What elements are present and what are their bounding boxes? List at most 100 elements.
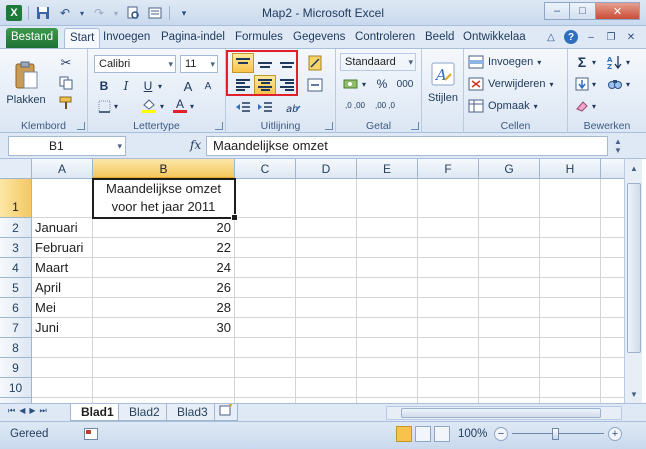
scroll-down-icon[interactable]: ▼	[627, 387, 641, 401]
font-size-dropdown[interactable]: 11	[180, 55, 218, 73]
workbook-minimize-icon[interactable]: –	[584, 30, 598, 44]
cell-a3[interactable]: Februari	[32, 238, 93, 258]
tab-formules[interactable]: Formules	[230, 28, 288, 48]
grid-cell[interactable]	[540, 218, 601, 238]
grid-cell[interactable]	[296, 179, 357, 218]
italic-button[interactable]: I	[118, 77, 134, 95]
grid-cell[interactable]	[357, 298, 418, 318]
borders-dropdown-icon[interactable]: ▾	[112, 97, 120, 115]
grid-cell[interactable]	[296, 258, 357, 278]
row-header-10[interactable]: 10	[0, 378, 32, 398]
workbook-close-icon[interactable]: ✕	[624, 30, 638, 44]
grid-cell[interactable]	[357, 378, 418, 398]
page-break-view-icon[interactable]	[434, 426, 450, 442]
close-button[interactable]: ✕	[596, 2, 640, 20]
name-box[interactable]: B1	[8, 136, 126, 156]
scroll-up-icon[interactable]: ▲	[627, 161, 641, 175]
minimize-ribbon-icon[interactable]: △	[544, 30, 558, 44]
paste-button[interactable]: Plakken	[6, 53, 46, 113]
horizontal-scrollbar[interactable]	[386, 406, 622, 420]
grid-cell[interactable]	[235, 358, 296, 378]
grid-cell[interactable]	[296, 378, 357, 398]
grid-cell[interactable]	[601, 318, 624, 338]
grid-cell[interactable]	[357, 238, 418, 258]
maximize-button[interactable]: □	[570, 2, 596, 20]
grid-cell[interactable]	[418, 278, 479, 298]
help-icon[interactable]: ?	[564, 30, 578, 44]
font-color-dropdown-icon[interactable]: ▾	[188, 97, 196, 115]
accounting-dropdown-icon[interactable]: ▾	[360, 75, 368, 93]
grid-cell[interactable]	[601, 298, 624, 318]
insert-cells-button[interactable]: Invoegen ▾	[468, 53, 541, 71]
increase-decimal-button[interactable]: ,0 ,00	[342, 97, 368, 115]
grid-cell[interactable]	[93, 358, 235, 378]
row-header-7[interactable]: 7	[0, 318, 32, 338]
grid-cell[interactable]	[479, 238, 540, 258]
fill-icon[interactable]	[574, 75, 590, 93]
alignment-launcher-icon[interactable]	[325, 122, 333, 130]
grid-cell[interactable]	[540, 258, 601, 278]
number-format-dropdown[interactable]: Standaard	[340, 53, 416, 71]
fill-color-dropdown-icon[interactable]: ▾	[158, 97, 166, 115]
vertical-scroll-thumb[interactable]	[627, 183, 641, 353]
row-header-1[interactable]: 1	[0, 179, 32, 218]
grid-cell[interactable]	[357, 338, 418, 358]
column-header-h[interactable]: H	[540, 159, 601, 179]
autosum-button[interactable]: Σ	[574, 53, 590, 71]
cut-icon[interactable]: ✂	[58, 55, 74, 71]
grid-cell[interactable]	[93, 378, 235, 398]
styles-button[interactable]: A Stijlen	[425, 55, 461, 111]
grid-cell[interactable]	[601, 338, 624, 358]
normal-view-icon[interactable]	[396, 426, 412, 442]
grid-cell[interactable]	[540, 278, 601, 298]
grid-cell[interactable]	[32, 358, 93, 378]
grid-cell[interactable]	[479, 179, 540, 218]
grid-cell[interactable]	[479, 218, 540, 238]
row-header-9[interactable]: 9	[0, 358, 32, 378]
find-dropdown-icon[interactable]: ▾	[624, 75, 632, 93]
grid-cell[interactable]	[32, 338, 93, 358]
grid-cell[interactable]	[235, 258, 296, 278]
insert-sheet-icon[interactable]	[214, 404, 238, 421]
next-sheet-icon[interactable]: ▶	[29, 406, 35, 416]
tab-bestand[interactable]: Bestand	[6, 28, 58, 48]
grid-cell[interactable]	[540, 358, 601, 378]
format-cells-button[interactable]: Opmaak ▾	[468, 97, 538, 115]
grid-cell[interactable]	[479, 338, 540, 358]
decrease-indent-button[interactable]	[232, 97, 254, 117]
expand-formula-bar-icon[interactable]: ▲ ▼	[612, 136, 624, 156]
shrink-font-button[interactable]: A	[200, 77, 216, 95]
tab-controleren[interactable]: Controleren	[350, 28, 420, 48]
tab-gegevens[interactable]: Gegevens	[288, 28, 350, 48]
percent-button[interactable]: %	[374, 75, 390, 93]
tab-ontwikkelaars[interactable]: Ontwikkelaa	[458, 28, 531, 48]
zoom-out-icon[interactable]: −	[494, 427, 508, 441]
grid-cell[interactable]	[296, 338, 357, 358]
thousands-separator-button[interactable]: 000	[394, 75, 416, 93]
grid-cell[interactable]	[235, 218, 296, 238]
increase-indent-button[interactable]	[254, 97, 276, 117]
row-header-5[interactable]: 5	[0, 278, 32, 298]
zoom-in-icon[interactable]: +	[608, 427, 622, 441]
grid-cell[interactable]	[601, 179, 624, 218]
borders-icon[interactable]	[96, 97, 112, 115]
column-header-i[interactable]	[601, 159, 624, 179]
horizontal-scroll-thumb[interactable]	[401, 408, 601, 418]
find-select-icon[interactable]	[606, 75, 624, 93]
sheet-tab-blad1[interactable]: Blad1	[70, 404, 125, 421]
grid-cell[interactable]	[540, 338, 601, 358]
grid-cell[interactable]	[357, 179, 418, 218]
row-header-2[interactable]: 2	[0, 218, 32, 238]
grid-cell[interactable]	[296, 218, 357, 238]
column-header-e[interactable]: E	[357, 159, 418, 179]
grid-cell[interactable]	[235, 338, 296, 358]
grid-cell[interactable]	[601, 238, 624, 258]
column-header-b[interactable]: B	[93, 159, 235, 179]
cell-a6[interactable]: Mei	[32, 298, 93, 318]
grid-cell[interactable]	[479, 258, 540, 278]
grid-cell[interactable]	[296, 238, 357, 258]
merge-center-button[interactable]	[304, 75, 326, 95]
grid-cell[interactable]	[357, 258, 418, 278]
fill-dropdown-icon[interactable]: ▾	[590, 75, 598, 93]
clipboard-launcher-icon[interactable]	[77, 122, 85, 130]
